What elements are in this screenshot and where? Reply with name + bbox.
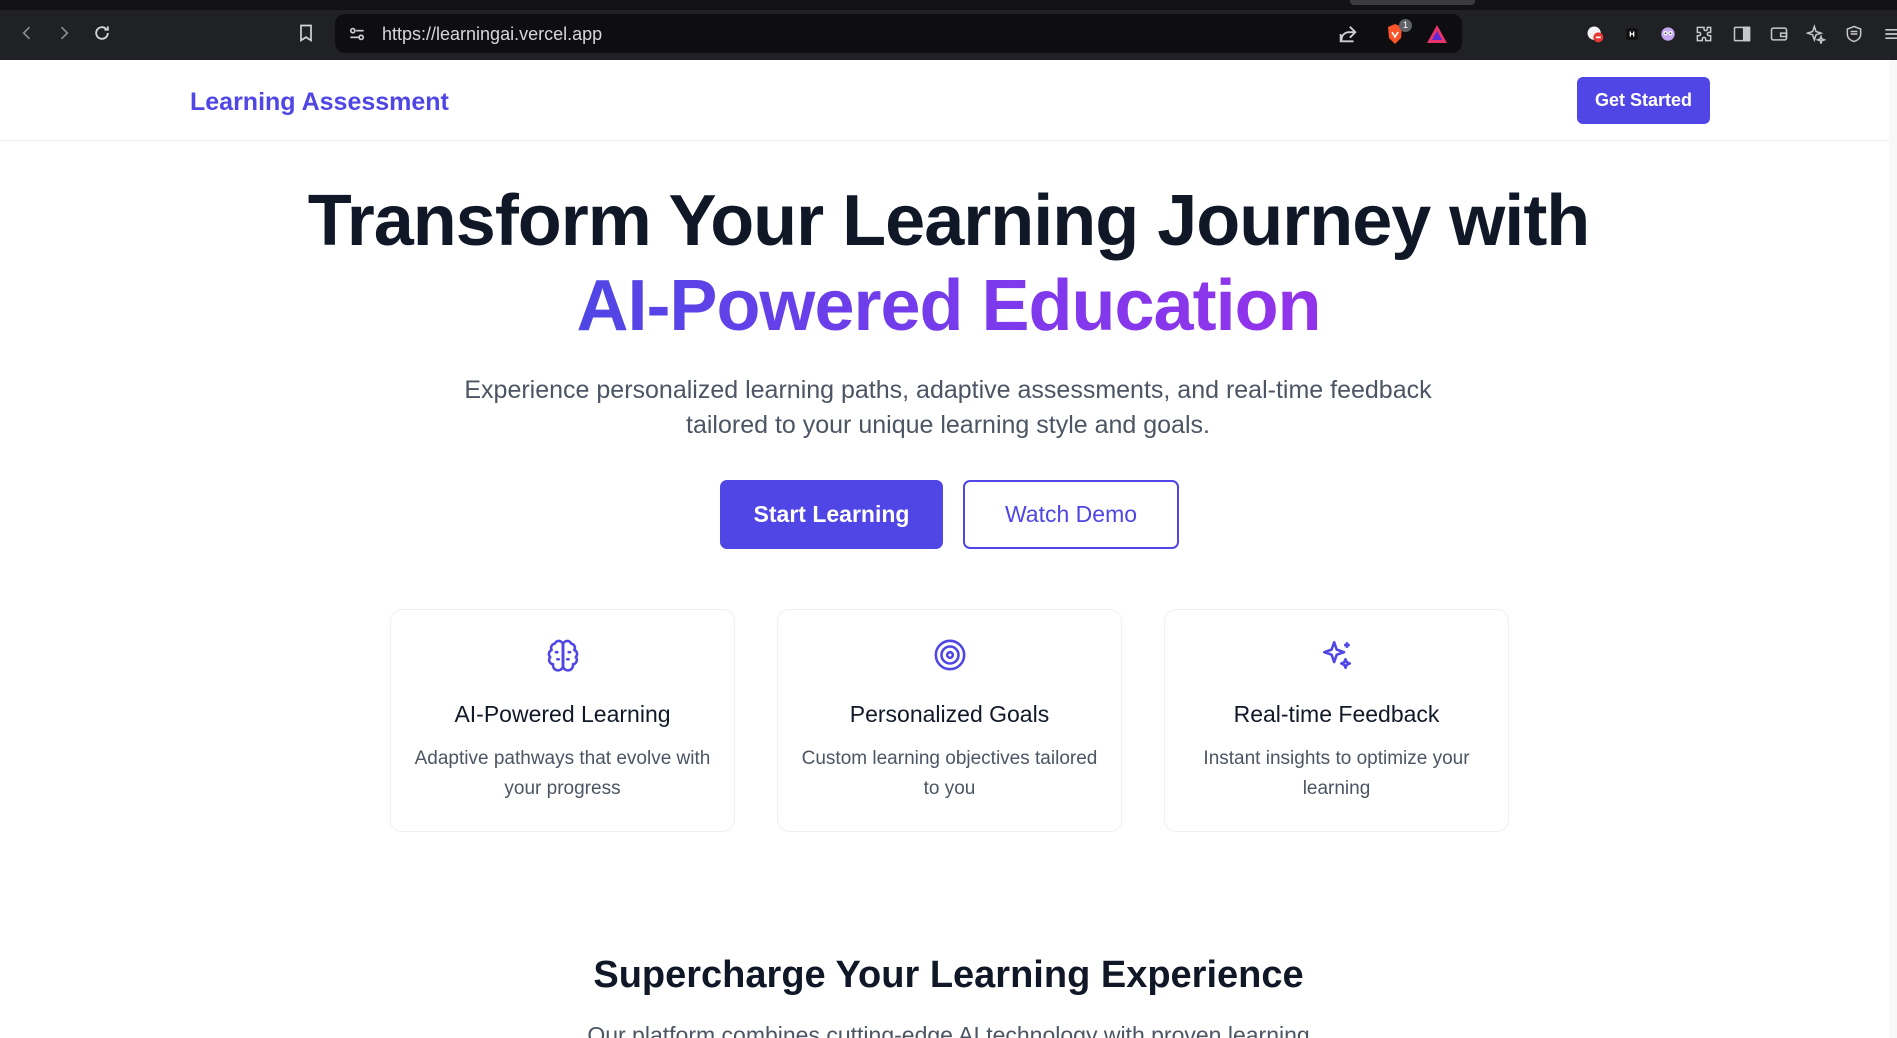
back-icon[interactable] bbox=[14, 20, 40, 46]
extensions-puzzle-icon[interactable] bbox=[1692, 22, 1716, 46]
hero-title: Transform Your Learning Journey with bbox=[307, 181, 1591, 261]
sidebar-toggle-icon[interactable] bbox=[1730, 22, 1754, 46]
active-tab[interactable] bbox=[1350, 0, 1475, 5]
address-bar[interactable]: https://learningai.vercel.app 1 bbox=[335, 14, 1462, 53]
leo-ai-icon[interactable] bbox=[1804, 22, 1828, 46]
site-settings-icon[interactable] bbox=[347, 24, 367, 44]
menu-icon[interactable] bbox=[1880, 22, 1897, 46]
feature-description: Instant insights to optimize your learni… bbox=[1203, 748, 1470, 799]
feature-title: Real-time Feedback bbox=[1233, 701, 1440, 727]
tab-strip bbox=[0, 0, 1897, 10]
forward-icon[interactable] bbox=[51, 20, 77, 46]
start-learning-button[interactable]: Start Learning bbox=[720, 480, 943, 549]
feature-card-realtime-feedback: Real-time Feedback Instant insights to o… bbox=[1164, 609, 1509, 832]
get-started-button[interactable]: Get Started bbox=[1577, 77, 1710, 124]
section-title: Supercharge Your Learning Experience bbox=[593, 954, 1304, 996]
vpn-shield-icon[interactable] bbox=[1842, 22, 1866, 46]
extension-badge-icon[interactable] bbox=[1583, 22, 1607, 46]
url-text[interactable]: https://learningai.vercel.app bbox=[382, 24, 602, 45]
feature-card-personalized-goals: Personalized Goals Custom learning objec… bbox=[777, 609, 1122, 832]
shields-count-badge: 1 bbox=[1399, 19, 1412, 32]
share-icon[interactable] bbox=[1337, 23, 1359, 45]
feature-description: Custom learning objectives tailored to y… bbox=[801, 748, 1098, 799]
sparkles-icon bbox=[1322, 640, 1352, 670]
brand-logo[interactable]: Learning Assessment bbox=[190, 88, 449, 117]
site-header: Learning Assessment Get Started bbox=[0, 60, 1897, 141]
wallet-icon[interactable] bbox=[1767, 22, 1791, 46]
hero-title-highlight: AI-Powered Education bbox=[0, 261, 1897, 351]
page-scrollbar[interactable] bbox=[1889, 60, 1897, 1038]
browser-toolbar: https://learningai.vercel.app 1 bbox=[0, 0, 1897, 60]
bookmark-icon[interactable] bbox=[293, 20, 319, 46]
extension-owl-icon[interactable] bbox=[1656, 22, 1680, 46]
hero-subtitle: Experience personalized learning paths, … bbox=[464, 376, 1432, 439]
reload-icon[interactable] bbox=[89, 20, 115, 46]
feature-description: Adaptive pathways that evolve with your … bbox=[414, 748, 711, 799]
hero-title-gradient-text: AI-Powered Education bbox=[576, 266, 1321, 346]
brain-icon bbox=[547, 639, 579, 672]
watch-demo-button[interactable]: Watch Demo bbox=[963, 480, 1179, 549]
section-subtitle: Our platform combines cutting-edge AI te… bbox=[587, 1022, 1310, 1038]
extension-h-icon[interactable] bbox=[1620, 22, 1644, 46]
target-icon bbox=[934, 639, 966, 671]
feature-title: AI-Powered Learning bbox=[454, 701, 671, 727]
brave-rewards-icon[interactable] bbox=[1425, 23, 1449, 45]
feature-title: Personalized Goals bbox=[849, 701, 1050, 727]
feature-card-ai-learning: AI-Powered Learning Adaptive pathways th… bbox=[390, 609, 735, 832]
